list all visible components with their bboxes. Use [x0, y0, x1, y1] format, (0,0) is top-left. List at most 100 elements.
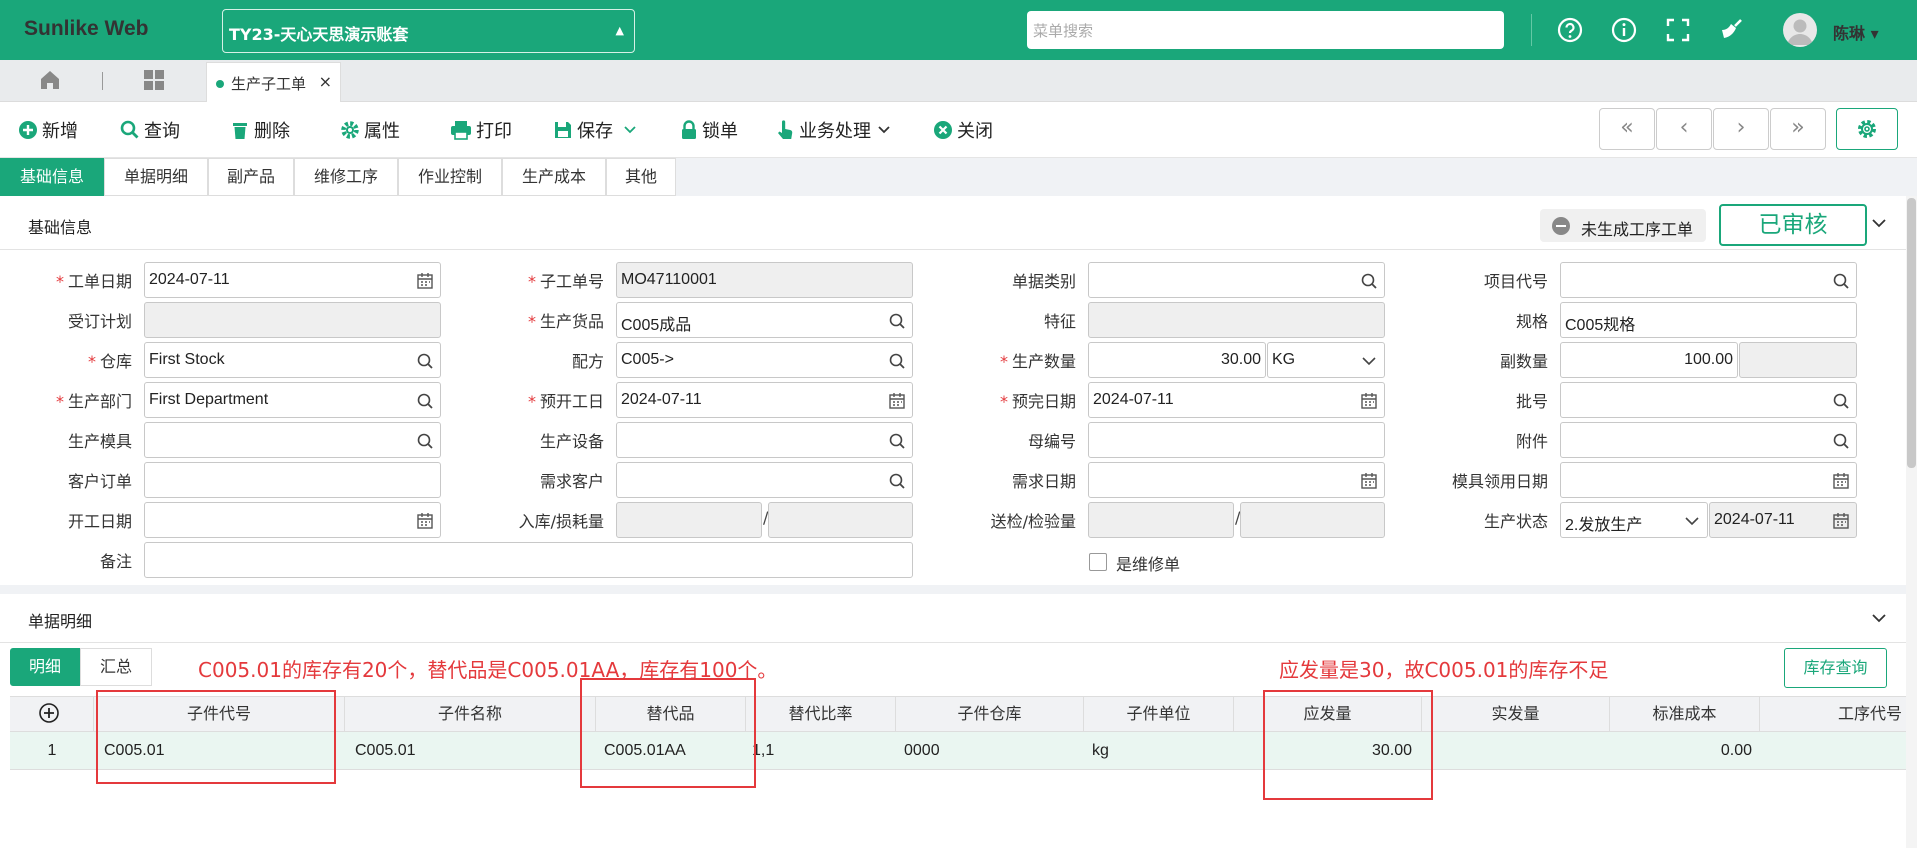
tab-by-products[interactable]: 副产品	[208, 158, 294, 196]
collapse-chevron-icon[interactable]	[1871, 612, 1887, 624]
save-button[interactable]: 保存	[553, 116, 641, 144]
cell-actual-qty[interactable]	[1422, 732, 1608, 770]
product-field[interactable]: C005成品	[616, 302, 913, 338]
tab-operation-control[interactable]: 作业控制	[398, 158, 502, 196]
business-menu-button[interactable]: 业务处理	[775, 116, 895, 144]
device-field[interactable]	[616, 422, 913, 458]
remark-field[interactable]	[144, 542, 913, 578]
work-date-field[interactable]: 2024-07-11	[144, 262, 441, 298]
mold-issue-date-field[interactable]	[1560, 462, 1857, 498]
home-icon[interactable]	[38, 68, 62, 92]
user-menu[interactable]: 陈琳 ▾	[1833, 20, 1879, 44]
col-actual-qty[interactable]: 实发量	[1422, 696, 1610, 732]
warehouse-field[interactable]: First Stock	[144, 342, 441, 378]
label-parent-no: 母编号	[1027, 432, 1076, 451]
clear-cache-icon[interactable]	[1718, 16, 1746, 44]
avatar[interactable]	[1783, 13, 1817, 47]
minus-circle-icon	[1552, 217, 1570, 235]
nav-prev-button[interactable]: ‹	[1656, 108, 1712, 150]
cell-part-unit[interactable]: kg	[1086, 732, 1234, 770]
doc-type-field[interactable]	[1088, 262, 1385, 298]
cell-part-warehouse[interactable]: 0000	[898, 732, 1084, 770]
department-field[interactable]: First Department	[144, 382, 441, 418]
col-part-warehouse[interactable]: 子件仓库	[896, 696, 1084, 732]
production-status-select[interactable]: 2.发放生产	[1560, 502, 1708, 538]
delete-button[interactable]: 删除	[230, 116, 290, 144]
label-spec: 规格	[1515, 312, 1548, 331]
quantity-field[interactable]: 30.00	[1088, 342, 1266, 378]
tab-summary[interactable]: 汇总	[80, 648, 152, 686]
plus-circle-icon	[19, 121, 37, 139]
label-doc-type: 单据类别	[1011, 272, 1076, 291]
cell-standard-cost[interactable]: 0.00	[1610, 732, 1758, 770]
label-sub-order-no: * 子工单号	[527, 272, 604, 291]
label-attachment: 附件	[1515, 432, 1548, 451]
attachment-field[interactable]	[1560, 422, 1857, 458]
panel-divider	[0, 642, 1906, 643]
tab-detail[interactable]: 单据明细	[104, 158, 208, 196]
tab-other[interactable]: 其他	[606, 158, 676, 196]
nav-first-button[interactable]: «	[1599, 108, 1655, 150]
planned-start-field[interactable]: 2024-07-11	[616, 382, 913, 418]
search-icon	[417, 353, 433, 369]
demand-customer-field[interactable]	[616, 462, 913, 498]
search-icon	[889, 313, 905, 329]
query-button[interactable]: 查询	[120, 116, 180, 144]
tab-production-sub-order[interactable]: 生产子工单 ×	[206, 62, 341, 102]
tab-production-cost[interactable]: 生产成本	[502, 158, 606, 196]
customer-order-field[interactable]	[144, 462, 441, 498]
col-part-unit[interactable]: 子件单位	[1084, 696, 1234, 732]
account-select[interactable]: TY23-天心天思演示账套 ▲	[222, 9, 635, 53]
tab-repair-process[interactable]: 维修工序	[294, 158, 398, 196]
cell-process-code[interactable]	[1760, 732, 1906, 770]
menu-search-input[interactable]: 菜单搜索	[1027, 11, 1504, 49]
formula-field[interactable]: C005->	[616, 342, 913, 378]
search-icon	[889, 473, 905, 489]
sub-quantity-field[interactable]: 100.00	[1560, 342, 1738, 378]
tab-detail-rows[interactable]: 明细	[10, 648, 80, 686]
is-repair-checkbox[interactable]	[1089, 553, 1107, 571]
collapse-chevron-icon[interactable]	[1871, 217, 1887, 229]
label-sub-quantity: 副数量	[1499, 352, 1548, 371]
print-label: 打印	[476, 121, 512, 142]
mold-field[interactable]	[144, 422, 441, 458]
close-button[interactable]: 关闭	[933, 116, 993, 144]
close-label: 关闭	[957, 121, 993, 142]
spec-field[interactable]: C005规格	[1560, 302, 1857, 338]
batch-field[interactable]	[1560, 382, 1857, 418]
nav-next-button[interactable]: ›	[1713, 108, 1769, 150]
chevron-down-icon	[878, 126, 890, 134]
cell-substitute-ratio[interactable]: 1,1	[748, 732, 894, 770]
unit-select[interactable]: KG	[1267, 342, 1385, 378]
col-process-code[interactable]: 工序代号	[1760, 696, 1906, 732]
fullscreen-icon[interactable]	[1664, 16, 1692, 44]
properties-button[interactable]: 属性	[340, 116, 400, 144]
print-button[interactable]: 打印	[450, 116, 512, 144]
col-substitute-ratio[interactable]: 替代比率	[746, 696, 896, 732]
help-icon[interactable]	[1556, 16, 1584, 44]
nav-last-button[interactable]: »	[1770, 108, 1826, 150]
label-planned-end: * 预完日期	[999, 392, 1076, 411]
project-code-field[interactable]	[1560, 262, 1857, 298]
info-icon[interactable]	[1610, 16, 1638, 44]
settings-button[interactable]	[1836, 108, 1898, 150]
col-part-name[interactable]: 子件名称	[345, 696, 596, 732]
demand-date-field[interactable]	[1088, 462, 1385, 498]
col-standard-cost[interactable]: 标准成本	[1610, 696, 1760, 732]
label-demand-date: 需求日期	[1011, 472, 1076, 491]
cell-part-name[interactable]: C005.01	[349, 732, 596, 770]
apps-grid-icon[interactable]	[142, 68, 166, 92]
planned-end-field[interactable]: 2024-07-11	[1088, 382, 1385, 418]
stock-query-button[interactable]: 库存查询	[1784, 648, 1887, 688]
label-mold: 生产模具	[67, 432, 132, 451]
tab-strip-divider	[102, 72, 103, 90]
lock-button[interactable]: 锁单	[680, 116, 738, 144]
tab-basic-info[interactable]: 基础信息	[0, 158, 104, 196]
start-date-field[interactable]	[144, 502, 441, 538]
search-icon	[1361, 273, 1377, 289]
scrollbar-thumb[interactable]	[1907, 198, 1916, 468]
new-button[interactable]: 新增	[18, 116, 78, 144]
close-tab-icon[interactable]: ×	[319, 72, 332, 91]
parent-no-field[interactable]	[1088, 422, 1385, 458]
label-inspect-qty: 送检/检验量	[990, 512, 1076, 531]
